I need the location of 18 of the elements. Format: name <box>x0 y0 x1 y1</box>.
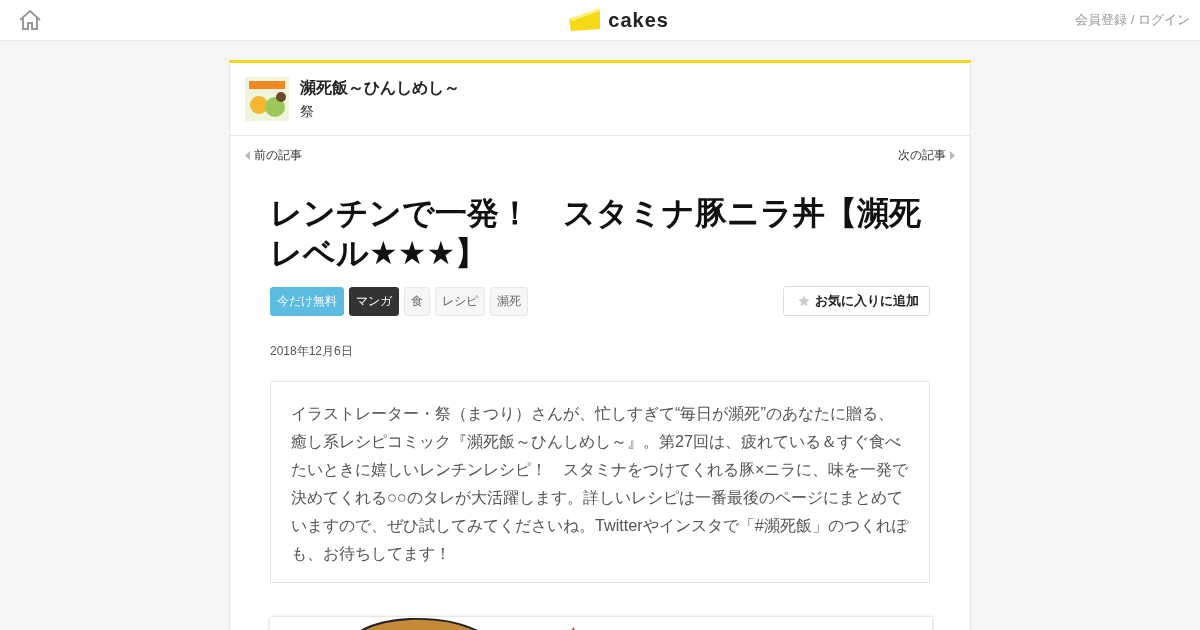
series-title[interactable]: 瀕死飯～ひんしめし～ <box>300 77 460 99</box>
article-title: レンチンで一発！ スタミナ豚ニラ丼【瀕死レベル★★★】 <box>270 194 922 273</box>
logo-text[interactable]: cakes <box>608 8 669 32</box>
left-triangle-icon <box>245 151 250 160</box>
tag[interactable]: 食 <box>404 286 430 316</box>
publish-date: 2018年12月6日 <box>270 343 354 360</box>
next-article-link[interactable]: 次の記事 <box>898 147 955 164</box>
tag[interactable]: 瀕死 <box>490 286 528 316</box>
tag[interactable]: レシピ <box>435 286 485 316</box>
prev-article-link[interactable]: 前の記事 <box>245 147 302 164</box>
tag[interactable]: マンガ <box>349 286 399 316</box>
author-name[interactable]: 祭 <box>300 102 460 121</box>
home-icon[interactable] <box>18 9 42 31</box>
right-triangle-icon <box>950 151 955 160</box>
favorite-button[interactable]: お気に入りに追加 <box>783 286 930 316</box>
star-icon <box>798 295 810 307</box>
cake-icon <box>568 7 603 33</box>
lead-paragraph: イラストレーター・祭（まつり）さんが、忙しすぎて“毎日が瀕死”のあなたに贈る、癒し系レシピコミック『瀕死飯～ひんしめし～』。第27回は、疲れている＆すぐ食べたいときに嬉しいレンチンレシピ！ スタミナをつけてくれる豚×ニラに、味を一発で決めてくれる○○のタレが大活躍します。詳しいレシピは一番最後のページにまとめていますので、ぜひ試してみてくださいね。Twitterやインスタで「#瀕死飯」のつくれぽも、お待ちしてます！ <box>270 381 930 583</box>
